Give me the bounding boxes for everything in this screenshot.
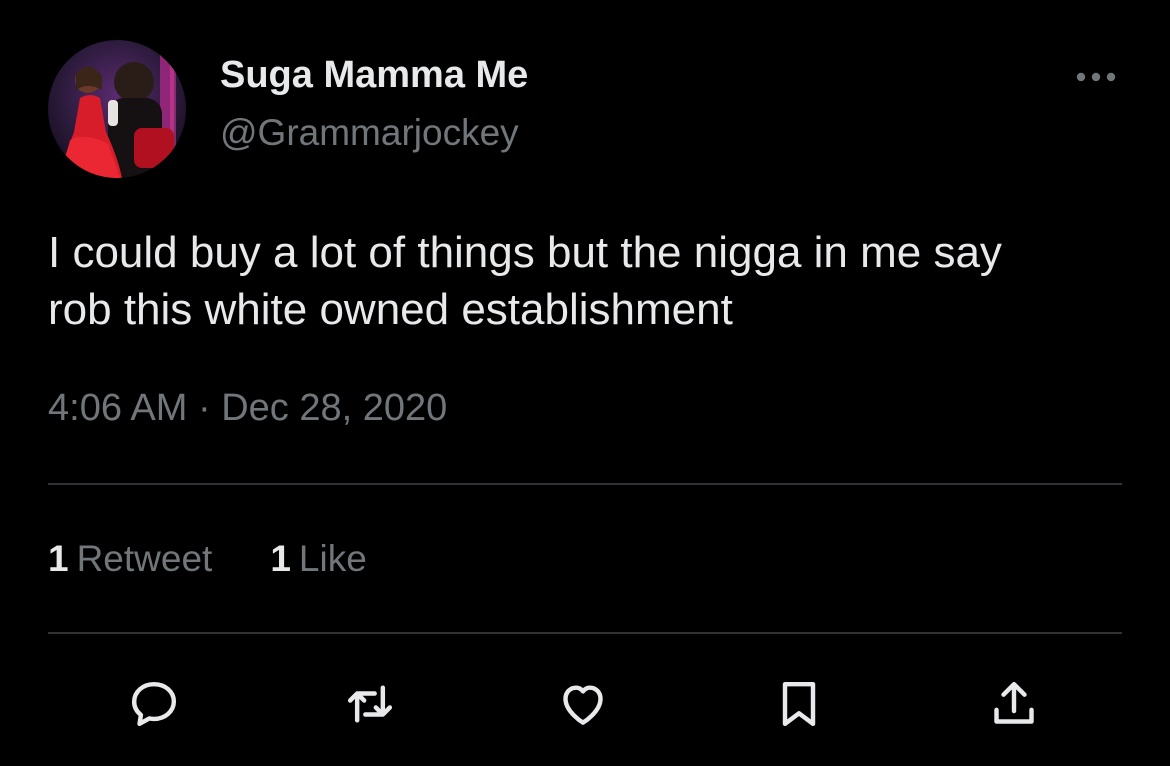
avatar-image [48,40,186,178]
retweet-count: 1 [48,538,69,579]
retweet-button[interactable] [342,676,398,732]
divider [48,483,1122,485]
author-handle[interactable]: @Grammarjockey [220,112,519,154]
share-icon [994,681,1034,724]
like-icon [563,685,603,725]
like-button[interactable] [555,676,611,732]
like-count-link[interactable]: 1 Like [270,538,366,580]
bookmark-icon [782,681,816,727]
avatar[interactable] [48,40,186,178]
share-button[interactable] [986,676,1042,732]
divider [48,632,1122,634]
engagement-stats: 1 Retweet 1 Like [48,538,425,580]
retweet-count-link[interactable]: 1 Retweet [48,538,212,580]
author-display-name[interactable]: Suga Mamma Me [220,54,528,97]
more-options-button[interactable] [1066,58,1126,96]
tweet-timestamp[interactable]: 4:06 AM · Dec 28, 2020 [48,387,447,430]
tweet-text-line: rob this white owned establishment [48,285,733,334]
retweet-icon [347,685,393,723]
like-count: 1 [270,538,291,579]
retweet-label: Retweet [76,538,213,579]
like-label: Like [298,538,367,579]
more-dots-icon [1076,72,1116,82]
tweet-text: I could buy a lot of things but the nigg… [48,224,1133,338]
tweet-text-line: I could buy a lot of things but the nigg… [48,228,1002,277]
reply-icon [131,681,177,727]
bookmark-button[interactable] [771,676,827,732]
tweet-detail: Suga Mamma Me @Grammarjockey I could buy… [0,0,1170,766]
reply-button[interactable] [126,676,182,732]
